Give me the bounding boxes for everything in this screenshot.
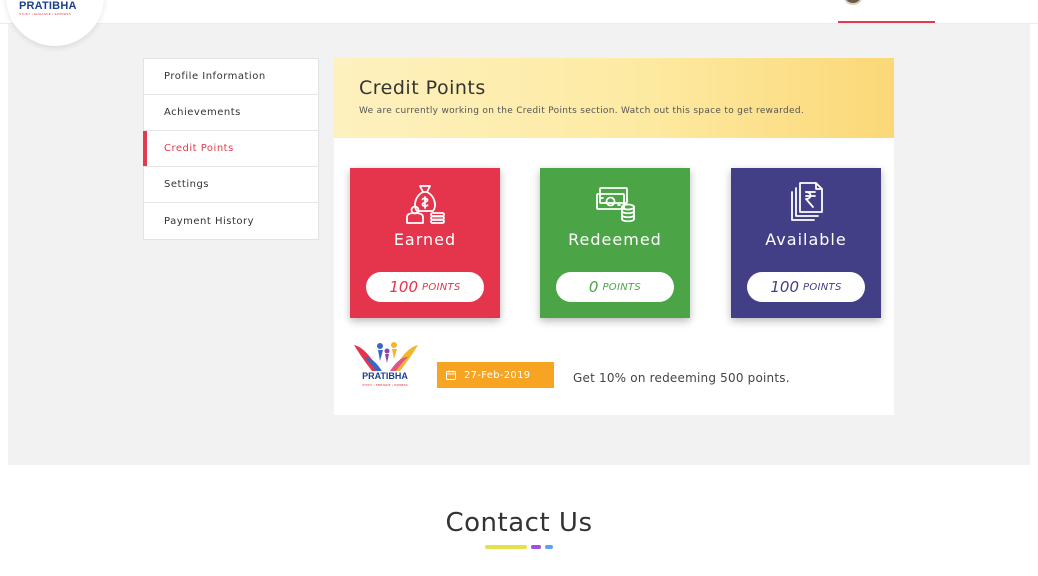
- money-bag-icon: [406, 185, 445, 224]
- profile-sidebar: Profile Information Achievements Credit …: [143, 58, 319, 240]
- available-points-unit: POINTS: [803, 281, 842, 293]
- brand-logo[interactable]: PRATIBHA: [19, 0, 77, 12]
- sidebar-item-settings[interactable]: Settings: [144, 167, 318, 203]
- heading-underline-purple: [531, 545, 541, 549]
- available-label: Available: [765, 230, 847, 249]
- offer-date: 27-Feb-2019: [464, 369, 531, 381]
- credit-points-panel: Credit Points We are currently working o…: [334, 58, 894, 415]
- offer-logo-text: PRATIBHA: [362, 371, 408, 381]
- sidebar-item-profile-information[interactable]: Profile Information: [144, 59, 318, 95]
- earned-label: Earned: [393, 230, 457, 249]
- top-header: [0, 0, 1038, 24]
- offer-text: Get 10% on redeeming 500 points.: [573, 371, 790, 385]
- redeemed-points-button[interactable]: 0 POINTS: [556, 272, 674, 302]
- user-menu[interactable]: [868, 0, 928, 2]
- earned-points-button[interactable]: 100 POINTS: [366, 272, 484, 302]
- nav-item[interactable]: [692, 0, 728, 2]
- user-avatar[interactable]: [844, 0, 862, 5]
- available-points-button[interactable]: 100 POINTS: [747, 272, 865, 302]
- redeemed-card: Redeemed 0 POINTS: [540, 168, 690, 318]
- offer-logo-tagline: STUDY • ENHANCE • EXPRESS: [362, 383, 408, 387]
- sidebar-item-credit-points[interactable]: Credit Points: [143, 131, 318, 167]
- calendar-icon: [446, 370, 456, 380]
- heading-underline-yellow: [485, 545, 527, 549]
- available-points-value: 100: [770, 278, 800, 296]
- sidebar-item-payment-history[interactable]: Payment History: [144, 203, 318, 239]
- sidebar-item-achievements[interactable]: Achievements: [144, 95, 318, 131]
- earned-points-value: 100: [389, 278, 419, 296]
- credit-banner: Credit Points We are currently working o…: [334, 58, 894, 138]
- page-title: Credit Points: [359, 77, 486, 99]
- earned-points-unit: POINTS: [422, 281, 461, 293]
- brand-tagline: STUDY • ENHANCE • EXPRESS: [19, 12, 71, 16]
- contact-heading: Contact Us: [445, 508, 593, 538]
- redeemed-points-value: 0: [588, 278, 599, 296]
- offer-date-badge: 27-Feb-2019: [437, 362, 554, 388]
- cash-coins-icon: [596, 187, 635, 223]
- nav-item[interactable]: [751, 0, 815, 2]
- redeemed-points-unit: POINTS: [602, 281, 642, 293]
- heading-underline-blue: [545, 545, 553, 549]
- active-nav-underline: [838, 21, 935, 23]
- page-subtitle: We are currently working on the Credit P…: [359, 106, 805, 116]
- redeemed-label: Redeemed: [568, 230, 662, 249]
- earned-card: Earned 100 POINTS: [350, 168, 500, 318]
- available-card: Available 100 POINTS: [731, 168, 881, 318]
- rupee-documents-icon: [791, 182, 823, 221]
